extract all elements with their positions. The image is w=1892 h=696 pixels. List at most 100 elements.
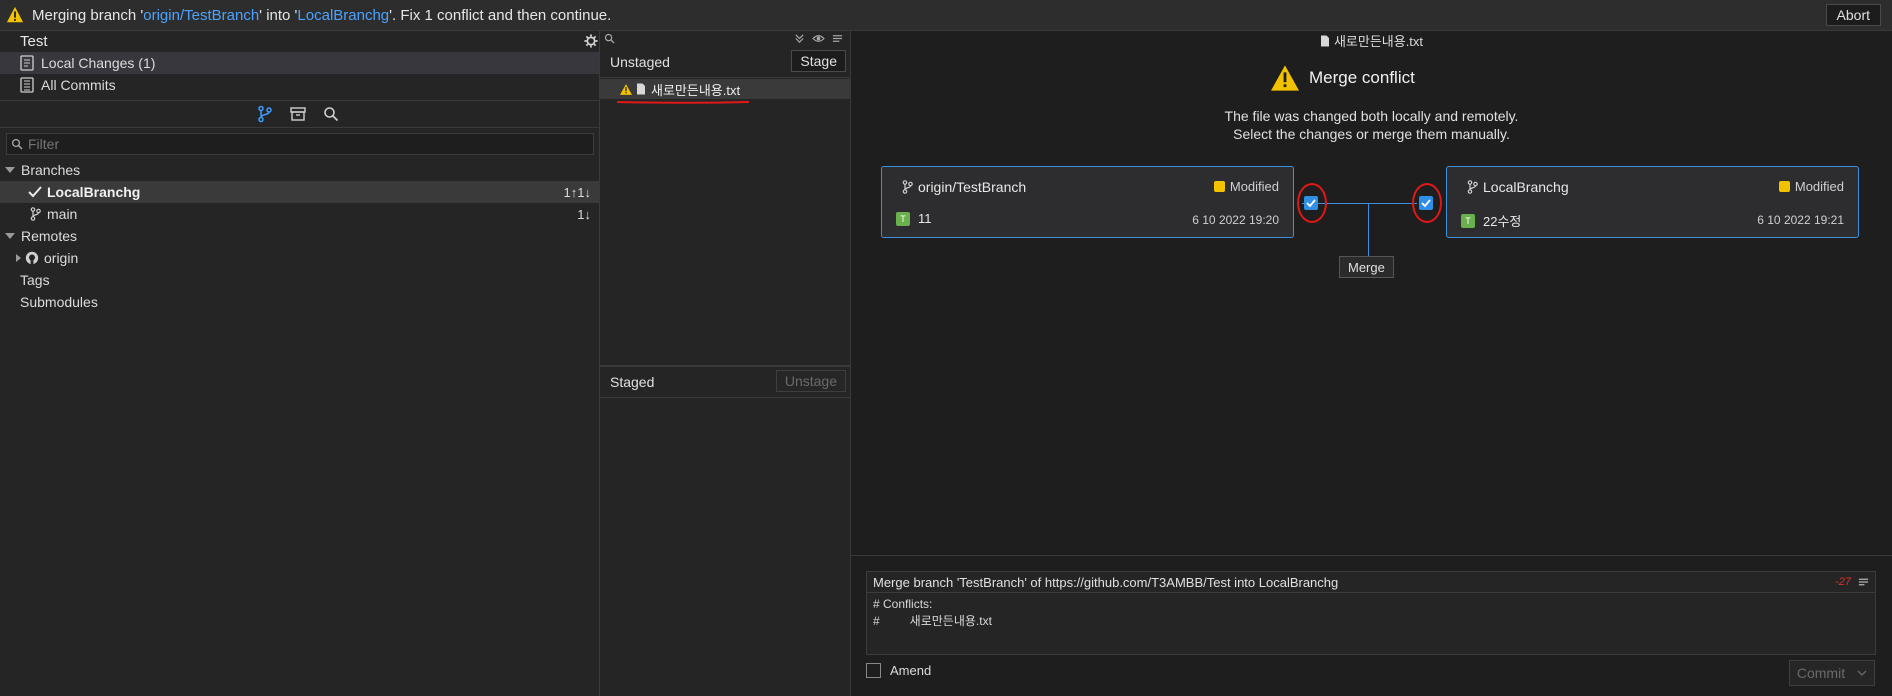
merge-conflict-description: The file was changed both locally and re… — [1224, 108, 1519, 142]
file-name: 새로만든내용.txt — [651, 82, 741, 98]
all-commits-icon — [20, 77, 34, 93]
commit-label: Commit — [1796, 665, 1846, 681]
merge-button[interactable]: Merge — [1339, 256, 1394, 278]
conflict-view: 새로만든내용.txt Merge conflict The file was c… — [851, 31, 1892, 696]
merge-banner: Merging branch 'origin/TestBranch' into … — [0, 0, 1892, 31]
settings-icon[interactable] — [584, 34, 598, 48]
tags-label: Tags — [20, 272, 50, 288]
file-title: 새로만든내용.txt — [851, 31, 1892, 50]
commit-summary-text: Merge branch 'TestBranch' of https://git… — [873, 574, 1339, 590]
ours-status: Modified — [1778, 179, 1844, 194]
abort-button[interactable]: Abort — [1825, 4, 1881, 26]
remotes-label: Remotes — [21, 228, 78, 244]
changes-pane: Unstaged Stage 새로만든내용.txt Staged Unstage — [600, 31, 851, 696]
theirs-status: Modified — [1213, 179, 1279, 194]
search-icon[interactable] — [604, 33, 615, 44]
connector-line — [1368, 203, 1369, 256]
staged-title: Staged — [610, 374, 655, 390]
warning-icon — [1271, 65, 1299, 91]
all-commits-label: All Commits — [41, 77, 116, 93]
theirs-branch: origin/TestBranch — [902, 179, 1026, 195]
underline-annotation — [616, 101, 750, 104]
target-branch-link[interactable]: LocalBranchg — [297, 7, 389, 24]
merge-message: Merging branch 'origin/TestBranch' into … — [32, 6, 612, 24]
commit-message-box[interactable]: Merge branch 'TestBranch' of https://git… — [866, 571, 1876, 655]
branch-item-main[interactable]: main 1↓ — [0, 203, 599, 225]
tree-remotes-header[interactable]: Remotes — [0, 225, 599, 247]
stage-button[interactable]: Stage — [791, 50, 846, 72]
sidebar: Test Local Changes (1) All Commits Filte… — [0, 31, 600, 696]
theirs-commit: T 11 — [896, 211, 932, 226]
unstaged-header: Unstaged Stage — [600, 47, 850, 78]
commit-summary-field[interactable]: Merge branch 'TestBranch' of https://git… — [867, 572, 1875, 593]
conflict-warning-icon — [620, 83, 632, 95]
message-options-icon[interactable] — [1858, 577, 1869, 587]
branch-icon — [30, 207, 41, 221]
unstaged-title: Unstaged — [610, 54, 670, 70]
checkmark-icon — [28, 186, 42, 198]
branch-ahead-behind: 1↑1↓ — [563, 184, 591, 200]
warning-icon — [6, 6, 24, 23]
tree-submodules[interactable]: Submodules — [0, 291, 599, 313]
amend-checkbox[interactable] — [866, 663, 881, 678]
unstage-button[interactable]: Unstage — [775, 370, 846, 392]
amend-option[interactable]: Amend — [866, 663, 931, 678]
ours-branch: LocalBranchg — [1467, 179, 1569, 195]
filter-field[interactable] — [6, 133, 594, 155]
filter-search-icon — [11, 138, 23, 150]
modified-icon — [1213, 181, 1225, 192]
ours-card[interactable]: LocalBranchg Modified T 22수정 6 10 2022 19… — [1446, 166, 1859, 238]
divider — [0, 127, 599, 128]
divider — [851, 555, 1892, 556]
collapse-all-icon[interactable] — [794, 33, 805, 44]
staged-header: Staged Unstage — [600, 367, 850, 398]
ours-commit: T 22수정 — [1461, 211, 1521, 230]
tree-tags[interactable]: Tags — [0, 269, 599, 291]
expand-caret-icon[interactable] — [16, 254, 21, 262]
stash-icon[interactable] — [289, 105, 307, 123]
commit-description[interactable]: # Conflicts: # 새로만든내용.txt — [873, 596, 992, 630]
merge-conflict-heading: Merge conflict — [1271, 65, 1415, 91]
view-icon[interactable] — [812, 33, 825, 44]
chevron-down-icon[interactable] — [1857, 670, 1867, 676]
source-branch-link[interactable]: origin/TestBranch — [143, 7, 259, 24]
changes-toolbar — [600, 31, 850, 46]
modified-icon — [1778, 181, 1790, 192]
remote-item-origin[interactable]: origin — [0, 247, 599, 269]
tree-branches-header[interactable]: Branches — [0, 159, 599, 181]
amend-label: Amend — [890, 663, 932, 678]
submodules-label: Submodules — [20, 294, 98, 310]
branch-icon — [902, 180, 913, 194]
local-changes-label: Local Changes (1) — [41, 55, 156, 71]
file-icon — [637, 83, 645, 95]
circle-annotation — [1297, 183, 1327, 223]
branches-label: Branches — [21, 162, 81, 178]
branch-ahead-behind: 1↓ — [577, 206, 591, 222]
commit-button[interactable]: Commit — [1789, 660, 1875, 686]
filter-input[interactable] — [26, 135, 580, 153]
branches-icon[interactable] — [256, 105, 274, 123]
collapse-caret-icon[interactable] — [5, 167, 15, 173]
branch-item-localbranchg[interactable]: LocalBranchg 1↑1↓ — [0, 181, 599, 203]
collapse-caret-icon[interactable] — [5, 233, 15, 239]
theirs-date: 6 10 2022 19:20 — [1192, 213, 1279, 227]
nav-local-changes[interactable]: Local Changes (1) — [0, 52, 599, 74]
divider — [0, 100, 599, 101]
commit-badge: T — [1461, 213, 1475, 228]
list-options-icon[interactable] — [832, 33, 843, 44]
file-icon — [1320, 35, 1329, 47]
local-changes-icon — [20, 55, 34, 71]
search-icon[interactable] — [322, 105, 340, 123]
branch-icon — [1467, 180, 1478, 194]
commit-badge: T — [896, 211, 910, 226]
remote-name: origin — [44, 250, 79, 266]
github-icon — [25, 251, 39, 265]
theirs-card[interactable]: origin/TestBranch Modified T 11 6 10 2022… — [881, 166, 1294, 238]
branch-name: main — [47, 206, 78, 222]
unstaged-file-item[interactable]: 새로만든내용.txt — [600, 79, 850, 99]
ours-date: 6 10 2022 19:21 — [1757, 213, 1844, 227]
circle-annotation — [1412, 183, 1442, 223]
nav-all-commits[interactable]: All Commits — [0, 74, 599, 96]
branch-name: LocalBranchg — [47, 184, 141, 200]
char-counter: -27 — [1835, 576, 1851, 588]
